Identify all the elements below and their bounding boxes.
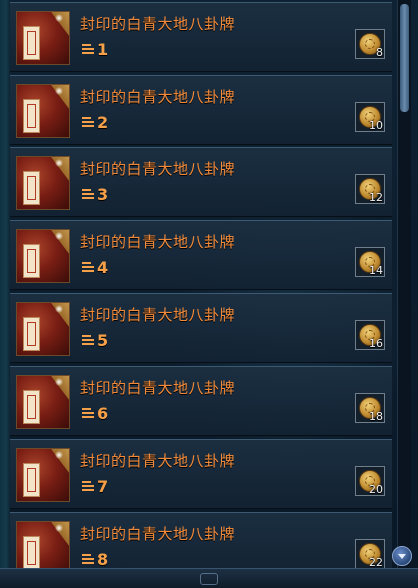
level-bars-icon <box>82 43 94 55</box>
level-bars-icon <box>82 334 94 346</box>
level-number: 8 <box>97 549 109 569</box>
item-level: 2 <box>82 112 108 132</box>
currency-slot[interactable]: 14 <box>355 247 385 277</box>
coin-count: 22 <box>369 556 383 568</box>
bottom-frame-bar <box>0 568 418 588</box>
bagua-tablet-icon[interactable] <box>16 229 70 283</box>
frame-ornament-icon <box>200 573 218 585</box>
item-name: 封印的白青大地八卦牌 <box>80 160 236 178</box>
list-item[interactable]: 封印的白青大地八卦牌 1 8 <box>10 2 392 72</box>
currency-slot[interactable]: 22 <box>355 539 385 568</box>
item-level: 6 <box>82 403 108 423</box>
item-level: 3 <box>82 184 108 204</box>
item-name: 封印的白青大地八卦牌 <box>80 379 236 397</box>
item-level: 5 <box>82 330 108 350</box>
bagua-tablet-icon[interactable] <box>16 11 70 65</box>
level-number: 2 <box>97 112 109 132</box>
item-level: 8 <box>82 549 108 568</box>
list-item[interactable]: 封印的白青大地八卦牌 5 16 <box>10 293 392 363</box>
bagua-tablet-icon[interactable] <box>16 302 70 356</box>
item-name: 封印的白青大地八卦牌 <box>80 452 236 470</box>
bagua-tablet-icon[interactable] <box>16 521 70 568</box>
currency-slot[interactable]: 16 <box>355 320 385 350</box>
item-level: 7 <box>82 476 108 496</box>
bagua-tablet-icon[interactable] <box>16 156 70 210</box>
coin-count: 16 <box>369 337 383 350</box>
coin-count: 8 <box>376 46 383 59</box>
chevron-down-icon[interactable] <box>392 546 412 566</box>
level-bars-icon <box>82 116 94 128</box>
level-number: 7 <box>97 476 109 496</box>
list-item[interactable]: 封印的白青大地八卦牌 6 18 <box>10 366 392 436</box>
item-level: 4 <box>82 257 108 277</box>
coin-count: 10 <box>369 119 383 132</box>
coin-count: 12 <box>369 191 383 204</box>
list-item[interactable]: 封印的白青大地八卦牌 3 12 <box>10 147 392 217</box>
scroll-thumb[interactable] <box>400 4 409 112</box>
level-bars-icon <box>82 553 94 565</box>
item-name: 封印的白青大地八卦牌 <box>80 88 236 106</box>
level-number: 3 <box>97 184 109 204</box>
currency-slot[interactable]: 12 <box>355 174 385 204</box>
currency-slot[interactable]: 8 <box>355 29 385 59</box>
currency-slot[interactable]: 18 <box>355 393 385 423</box>
item-level: 1 <box>82 39 108 59</box>
level-number: 5 <box>97 330 109 350</box>
level-number: 1 <box>97 39 109 59</box>
coin-count: 20 <box>369 483 383 496</box>
list-item[interactable]: 封印的白青大地八卦牌 7 20 <box>10 439 392 509</box>
level-bars-icon <box>82 188 94 200</box>
item-name: 封印的白青大地八卦牌 <box>80 525 236 543</box>
coin-count: 18 <box>369 410 383 423</box>
currency-slot[interactable]: 10 <box>355 102 385 132</box>
item-name: 封印的白青大地八卦牌 <box>80 15 236 33</box>
level-bars-icon <box>82 407 94 419</box>
currency-slot[interactable]: 20 <box>355 466 385 496</box>
item-name: 封印的白青大地八卦牌 <box>80 306 236 324</box>
bagua-tablet-icon[interactable] <box>16 84 70 138</box>
level-bars-icon <box>82 480 94 492</box>
list-item[interactable]: 封印的白青大地八卦牌 2 10 <box>10 75 392 145</box>
item-list: 封印的白青大地八卦牌 1 8 封印的白青大地八卦牌 2 10 封印的白青大地八卦… <box>10 0 394 568</box>
level-number: 6 <box>97 403 109 423</box>
level-number: 4 <box>97 257 109 277</box>
coin-count: 14 <box>369 264 383 277</box>
bagua-tablet-icon[interactable] <box>16 375 70 429</box>
level-bars-icon <box>82 261 94 273</box>
left-frame-strip <box>0 0 10 587</box>
item-name: 封印的白青大地八卦牌 <box>80 233 236 251</box>
bagua-tablet-icon[interactable] <box>16 448 70 502</box>
list-item[interactable]: 封印的白青大地八卦牌 8 22 <box>10 512 392 568</box>
list-item[interactable]: 封印的白青大地八卦牌 4 14 <box>10 220 392 290</box>
scrollbar[interactable] <box>397 0 411 568</box>
